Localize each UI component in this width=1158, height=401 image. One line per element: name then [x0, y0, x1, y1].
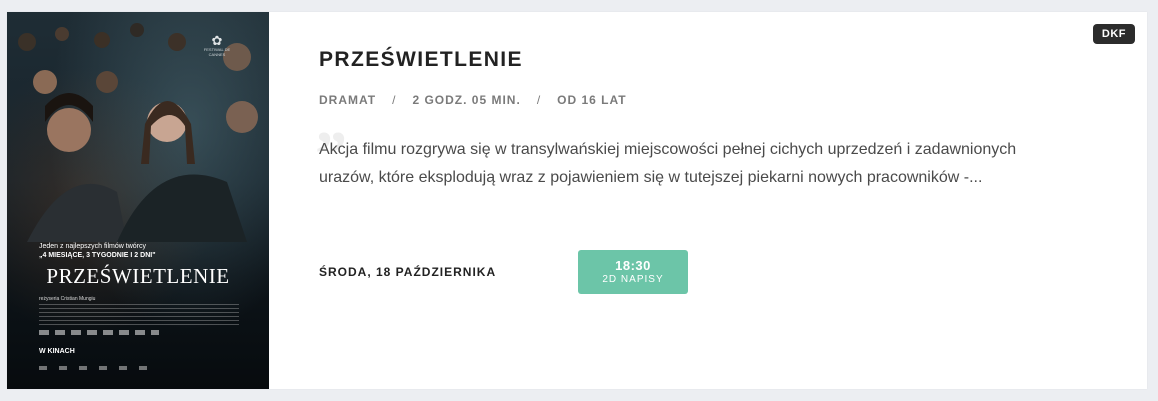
movie-poster[interactable]: ✿ FESTIWAL DE CANNES Jeden z najlepszych… — [7, 12, 269, 389]
cinema-badge: DKF — [1092, 24, 1135, 44]
poster-credits — [39, 304, 239, 326]
movie-age-rating: OD 16 LAT — [557, 93, 627, 107]
poster-festival-label: ✿ FESTIWAL DE CANNES — [197, 34, 237, 57]
palm-icon: ✿ — [211, 33, 223, 48]
meta-separator: / — [392, 93, 397, 107]
showtime-time: 18:30 — [615, 258, 651, 273]
poster-release-label: W KINACH — [39, 348, 75, 355]
movie-title[interactable]: PRZEŚWIETLENIE — [319, 48, 523, 72]
movie-meta: DRAMAT / 2 GODZ. 05 MIN. / OD 16 LAT — [319, 93, 627, 107]
poster-tagline-line2: „4 MIESIĄCE, 3 TYGODNIE I 2 DNI" — [39, 252, 156, 259]
poster-title: PRZEŚWIETLENIE — [46, 264, 230, 288]
showtime-format: 2D NAPISY — [602, 274, 664, 285]
poster-footer-logos — [39, 366, 159, 370]
movie-genre: DRAMAT — [319, 93, 377, 107]
poster-tagline-line1: Jeden z najlepszych filmów twórcy — [39, 243, 146, 250]
showtime-button[interactable]: 18:30 2D NAPISY — [578, 250, 688, 294]
poster-sponsor-logos — [39, 330, 159, 335]
screening-date: ŚRODA, 18 PAŹDZIERNIKA — [319, 265, 497, 279]
movie-duration: 2 GODZ. 05 MIN. — [412, 93, 521, 107]
movie-description: Akcja filmu rozgrywa się w transylwański… — [319, 141, 1017, 186]
meta-separator: / — [536, 93, 542, 107]
poster-director: reżyseria Cristian Mungiu — [39, 296, 96, 302]
movie-card: ✿ FESTIWAL DE CANNES Jeden z najlepszych… — [7, 12, 1147, 389]
poster-tagline: Jeden z najlepszych filmów twórcy „4 MIE… — [39, 242, 229, 260]
